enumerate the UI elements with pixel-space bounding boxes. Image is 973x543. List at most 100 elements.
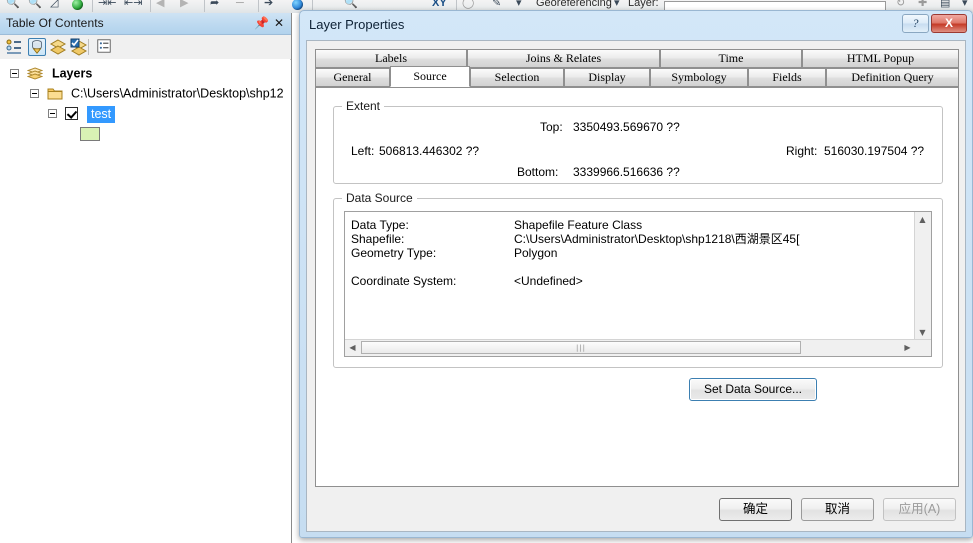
- tab-display[interactable]: Display: [564, 68, 650, 87]
- data-source-row: Data Type: Shapefile Feature Class: [351, 218, 907, 232]
- pin-icon[interactable]: 📌: [254, 16, 269, 30]
- layer-combo-label: Layer:: [628, 0, 659, 9]
- toc-tree[interactable]: Layers C:\Users\Administrator\Desktop\sh…: [0, 59, 290, 543]
- list-by-source-icon[interactable]: [28, 38, 46, 56]
- arcmap-application: 🔍 🔍 ◿ ⇥⇤ ⇤⇥ ◀ ▶ ➦ ─ ➔ 🔍 XY ◯ ✎ ▾ Georefe…: [0, 0, 973, 543]
- tab-symbology[interactable]: Symbology: [650, 68, 748, 87]
- tab-general[interactable]: General: [315, 68, 390, 87]
- tree-row-folder[interactable]: C:\Users\Administrator\Desktop\shp12: [0, 86, 290, 106]
- list-by-drawing-order-icon[interactable]: [5, 38, 23, 56]
- shapefile-label: Shapefile:: [351, 232, 405, 246]
- tree-label-layer-test[interactable]: test: [86, 105, 116, 123]
- tree-row-layers[interactable]: Layers: [0, 66, 290, 86]
- geometry-type-value: Polygon: [514, 246, 558, 260]
- add-control-point-icon[interactable]: ✚: [918, 0, 927, 10]
- expander-layers[interactable]: [10, 69, 19, 79]
- tree-label-layers: Layers: [51, 66, 93, 81]
- select-features-icon[interactable]: ➦: [210, 0, 219, 10]
- horizontal-scroll-thumb[interactable]: |||: [361, 341, 801, 354]
- extent-left-value: 506813.446302 ??: [379, 144, 480, 158]
- tab-time[interactable]: Time: [660, 49, 802, 68]
- close-button[interactable]: X: [931, 14, 967, 33]
- set-data-source-button[interactable]: Set Data Source...: [689, 378, 817, 401]
- data-source-groupbox-title: Data Source: [342, 191, 417, 205]
- editor-icon[interactable]: ✎: [492, 0, 501, 10]
- layer-visibility-checkbox[interactable]: [65, 107, 79, 121]
- layer-properties-dialog: Layer Properties ? X Labels Joins & Rela…: [299, 10, 973, 538]
- extent-left-label: Left:: [351, 144, 375, 158]
- scroll-right-arrow-icon[interactable]: ▶: [900, 340, 915, 355]
- toc-titlebar: Table Of Contents 📌 ✕: [0, 13, 291, 35]
- data-source-text: Data Type: Shapefile Feature Class Shape…: [351, 218, 907, 288]
- pan-icon[interactable]: ◿: [50, 0, 58, 10]
- close-icon: X: [944, 16, 953, 30]
- data-source-row: Coordinate System: <Undefined>: [351, 274, 907, 288]
- extent-bottom-label: Bottom:: [517, 165, 559, 179]
- data-source-horizontal-scrollbar[interactable]: ◀ ▶ |||: [345, 339, 931, 356]
- ok-button[interactable]: 确定: [719, 498, 792, 521]
- tab-selection[interactable]: Selection: [470, 68, 564, 87]
- extent-groupbox: Extent Top: 3350493.569670 ?? Left: 5068…: [333, 99, 943, 184]
- data-source-textbox[interactable]: Data Type: Shapefile Feature Class Shape…: [344, 211, 932, 357]
- geometry-type-label: Geometry Type:: [351, 246, 437, 260]
- full-extent-globe-icon[interactable]: [72, 0, 83, 10]
- extent-right-label: Right:: [786, 144, 818, 158]
- help-icon: ?: [912, 16, 919, 30]
- select-elements-icon[interactable]: ➔: [264, 0, 273, 10]
- tree-label-folder: C:\Users\Administrator\Desktop\shp12: [70, 86, 284, 101]
- dialog-titlebar[interactable]: Layer Properties ? X: [300, 11, 972, 40]
- zoom-in-icon[interactable]: 🔍: [6, 0, 20, 10]
- data-source-spacer: [351, 260, 907, 274]
- georef-overflow-icon[interactable]: ▾: [962, 0, 968, 10]
- scroll-down-arrow-icon[interactable]: ▼: [915, 325, 930, 340]
- data-source-vertical-scrollbar[interactable]: ▲ ▼: [914, 212, 931, 340]
- options-icon[interactable]: [96, 38, 114, 56]
- back-extent-icon[interactable]: ◀: [156, 0, 164, 10]
- extent-right-value: 516030.197504 ??: [824, 144, 925, 158]
- toc-title: Table Of Contents: [6, 16, 104, 30]
- data-source-row: Geometry Type: Polygon: [351, 246, 907, 260]
- source-tab-page: Extent Top: 3350493.569670 ?? Left: 5068…: [315, 87, 959, 487]
- zoom-out-icon[interactable]: 🔍: [28, 0, 42, 10]
- xy-icon[interactable]: XY: [432, 0, 447, 10]
- scroll-up-arrow-icon[interactable]: ▲: [915, 212, 930, 227]
- tab-source[interactable]: Source: [390, 66, 470, 87]
- fixed-zoom-out-icon[interactable]: ⇤⇥: [124, 0, 142, 10]
- fixed-zoom-in-icon[interactable]: ⇥⇤: [98, 0, 116, 10]
- extent-top-value: 3350493.569670 ??: [573, 120, 680, 134]
- expander-layer-test[interactable]: [48, 109, 57, 119]
- coordinate-system-value: <Undefined>: [514, 274, 583, 288]
- toolbar-overflow-icon[interactable]: ▾: [516, 0, 522, 10]
- scroll-left-arrow-icon[interactable]: ◀: [345, 340, 360, 355]
- help-button[interactable]: ?: [902, 14, 929, 33]
- shapefile-value: C:\Users\Administrator\Desktop\shp1218\西…: [514, 232, 800, 246]
- coordinate-system-label: Coordinate System:: [351, 274, 457, 288]
- tab-definition-query[interactable]: Definition Query: [826, 68, 959, 87]
- toolbar-divider: [88, 39, 89, 55]
- close-icon[interactable]: ✕: [274, 16, 284, 30]
- rotate-icon[interactable]: ↻: [896, 0, 905, 10]
- scroll-thumb-grip-icon: |||: [575, 343, 587, 352]
- forward-extent-icon[interactable]: ▶: [180, 0, 188, 10]
- data-type-label: Data Type:: [351, 218, 409, 232]
- expander-folder[interactable]: [30, 89, 39, 99]
- view-link-table-icon[interactable]: ▤: [940, 0, 950, 10]
- find-icon[interactable]: 🔍: [344, 0, 358, 10]
- list-by-selection-icon[interactable]: [70, 38, 88, 56]
- layer-symbol-swatch[interactable]: [80, 126, 100, 141]
- time-slider-icon[interactable]: ◯: [462, 0, 474, 10]
- tree-row-layer-test[interactable]: test: [0, 105, 290, 126]
- georeferencing-menu-label[interactable]: Georeferencing: [536, 0, 612, 10]
- folder-icon: [47, 87, 63, 100]
- tab-joins-relates[interactable]: Joins & Relates: [467, 49, 660, 68]
- cancel-button[interactable]: 取消: [801, 498, 874, 521]
- georeferencing-chevron-down-icon[interactable]: ▾: [614, 0, 620, 10]
- tab-fields[interactable]: Fields: [748, 68, 826, 87]
- list-by-visibility-icon[interactable]: [49, 38, 67, 56]
- tab-html-popup[interactable]: HTML Popup: [802, 49, 959, 68]
- dialog-body: Labels Joins & Relates Time HTML Popup G…: [306, 40, 966, 532]
- apply-button: 应用(A): [883, 498, 956, 521]
- identify-icon[interactable]: [292, 0, 303, 10]
- data-source-row: Shapefile: C:\Users\Administrator\Deskto…: [351, 232, 907, 246]
- clear-selection-icon[interactable]: ─: [236, 0, 244, 10]
